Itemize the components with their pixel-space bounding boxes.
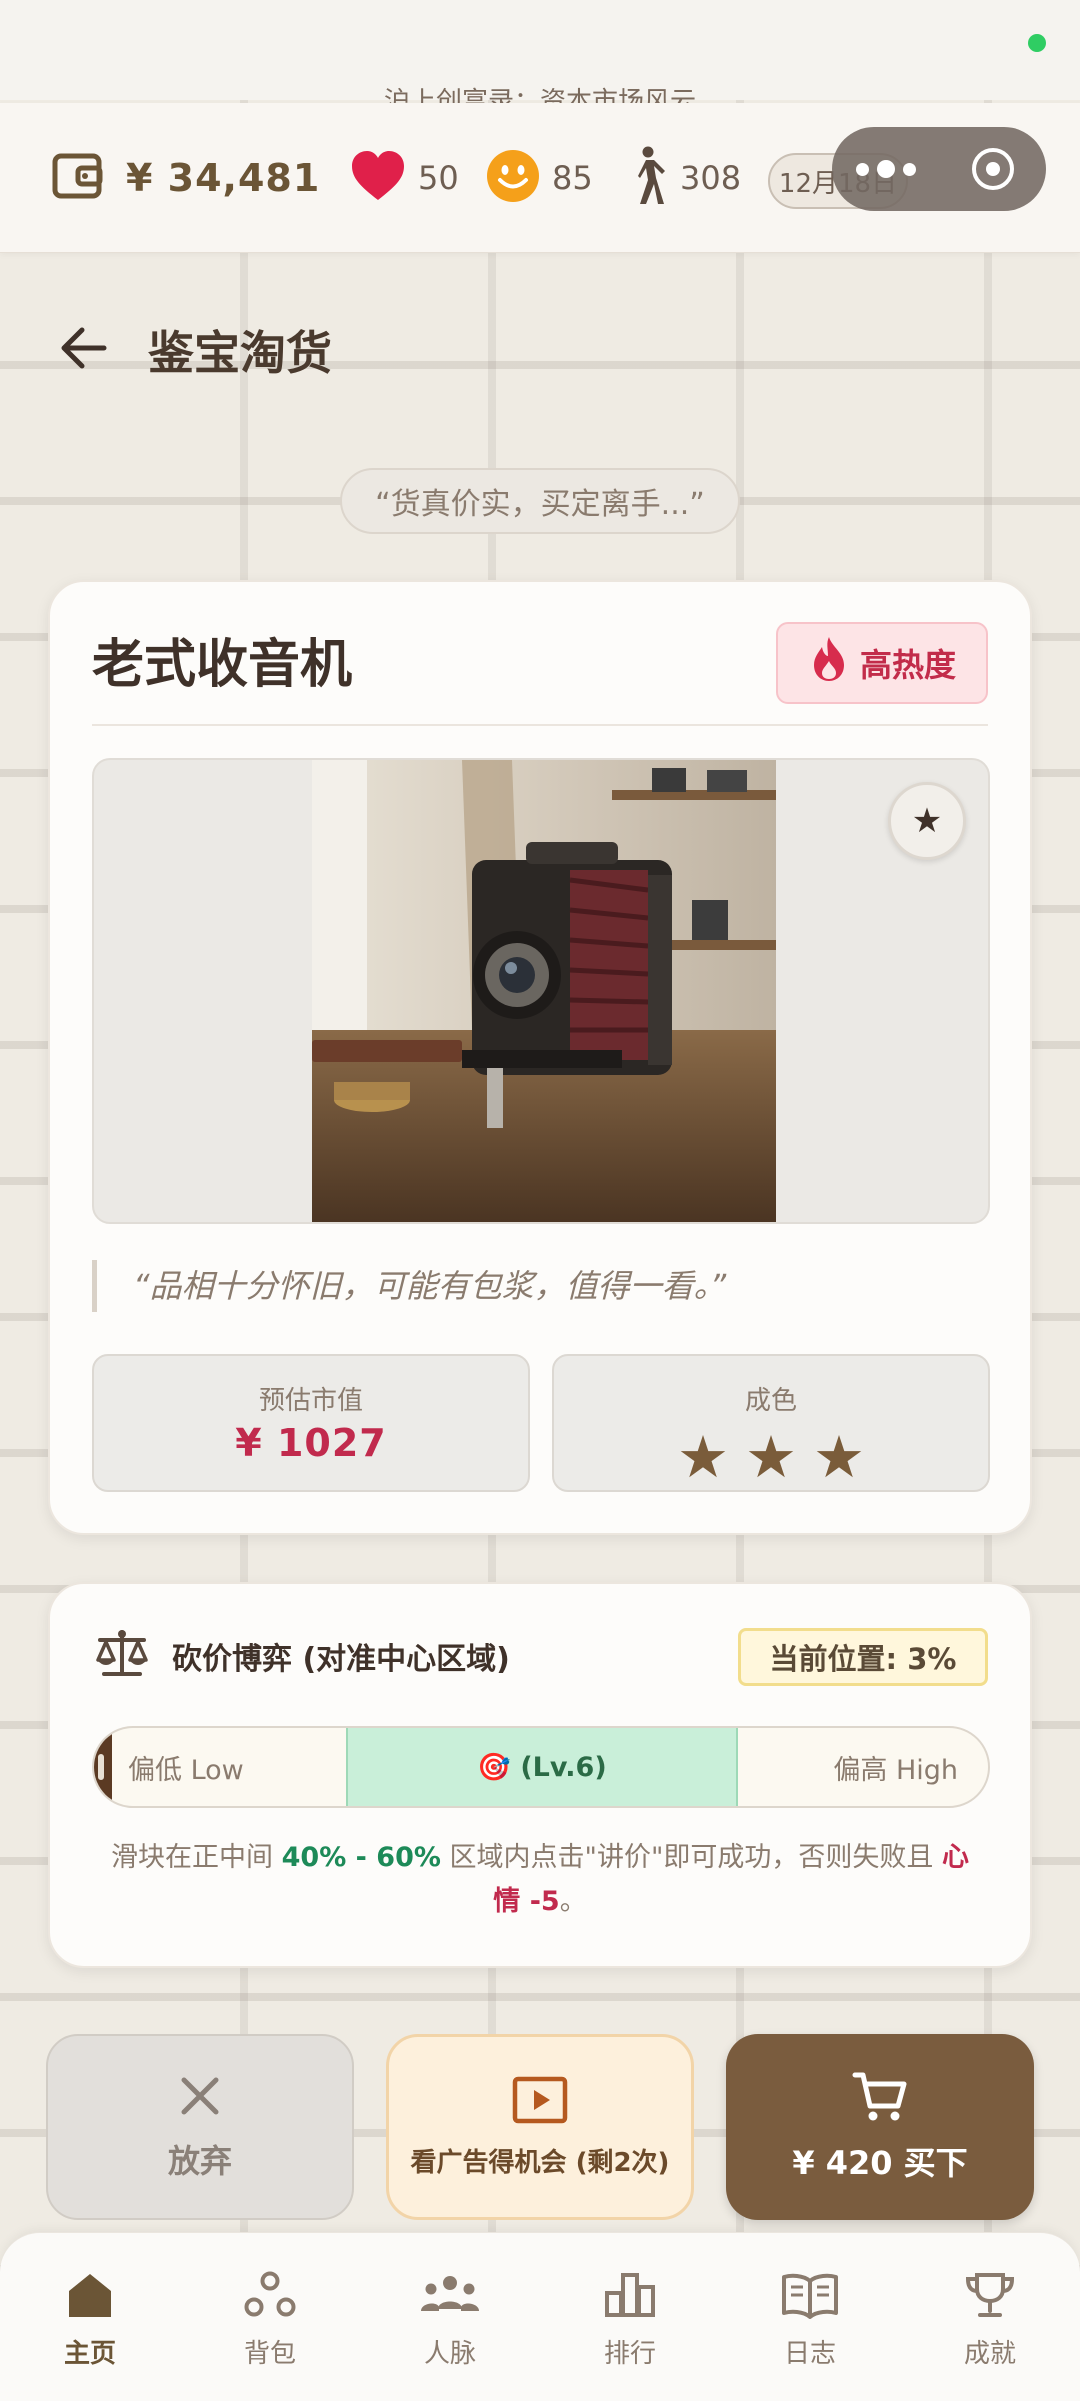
bargain-slider[interactable]: 偏低 Low 🎯 (Lv.6) 偏高 High	[92, 1726, 990, 1808]
slider-zone-high: 偏高 High	[833, 1754, 958, 1786]
book-icon	[781, 2271, 839, 2323]
hint-low-percent: 40%	[281, 1842, 347, 1873]
walk-icon	[624, 146, 668, 210]
tab-achievements-label: 成就	[963, 2339, 1016, 2369]
tab-home[interactable]: 主页	[0, 2233, 180, 2401]
condition-star-icon: ★	[677, 1423, 729, 1491]
health-stat: 50	[350, 148, 459, 208]
vintage-camera-photo	[312, 760, 776, 1222]
tab-network[interactable]: 人脉	[360, 2233, 540, 2401]
slider-zone-low: 偏低 Low	[128, 1754, 244, 1786]
back-arrow-icon[interactable]	[60, 326, 108, 374]
condition-stars: ★ ★ ★	[554, 1427, 988, 1487]
bargain-hint: 滑块在正中间 40% - 60% 区域内点击"讲价"即可成功，否则失败且 心情 …	[110, 1836, 970, 1924]
tab-network-label: 人脉	[423, 2339, 476, 2369]
wallet-icon	[52, 151, 104, 205]
resource-bar: ¥ 34,481 50 85 308 12月18日	[0, 103, 1080, 253]
flame-icon	[808, 635, 860, 691]
hint-separator: -	[346, 1842, 377, 1873]
tab-log-label: 日志	[783, 2339, 836, 2369]
hint-suffix: 。	[559, 1886, 587, 1917]
market-value: ¥ 1027	[235, 1421, 387, 1465]
cart-icon	[852, 2070, 908, 2128]
people-icon	[419, 2271, 481, 2323]
mini-program-capsule	[832, 127, 1046, 211]
home-icon	[65, 2271, 115, 2323]
page-header: 鉴宝淘货	[60, 315, 332, 385]
condition-star-icon: ★	[813, 1423, 865, 1491]
market-value-label: 预估市值	[258, 1386, 363, 1416]
hot-badge-label: 高热度	[859, 646, 956, 684]
energy-value: 308	[680, 159, 742, 197]
close-icon	[176, 2072, 224, 2124]
item-photo-frame: ★	[92, 758, 990, 1224]
divider	[92, 724, 988, 726]
bag-icon	[243, 2271, 297, 2323]
give-up-button[interactable]: 放弃	[46, 2034, 354, 2220]
buy-label: ¥ 420 买下	[792, 2144, 968, 2182]
tab-achievements[interactable]: 成就	[900, 2233, 1080, 2401]
tab-bag-label: 背包	[243, 2339, 296, 2369]
money-stat: ¥ 34,481	[52, 148, 320, 208]
slider-position-badge: 当前位置: 3%	[738, 1628, 988, 1686]
buy-button[interactable]: ¥ 420 买下	[726, 2034, 1034, 2220]
target-icon[interactable]	[939, 127, 1046, 211]
scale-icon	[94, 1628, 150, 1684]
give-up-label: 放弃	[167, 2142, 232, 2180]
hint-high-percent: 60%	[376, 1842, 441, 1873]
hint-text-middle: 区域内点击"讲价"即可成功，否则失败且	[440, 1842, 942, 1873]
bargain-title: 砍价博弈 (对准中心区域)	[172, 1642, 510, 1677]
heart-icon	[350, 150, 406, 206]
condition-star-icon: ★	[745, 1423, 797, 1491]
more-icon[interactable]	[832, 127, 939, 211]
merchant-quote: “货真价实，买定离手...”	[340, 468, 740, 534]
watch-ad-button[interactable]: 看广告得机会 (剩2次)	[386, 2034, 694, 2220]
slider-handle[interactable]	[94, 1728, 112, 1806]
bottom-tab-bar: 主页 背包 人脉 排行 日志 成就	[0, 2232, 1080, 2401]
bargain-card: 砍价博弈 (对准中心区域) 当前位置: 3% 偏低 Low 🎯 (Lv.6) 偏…	[48, 1582, 1032, 1968]
watch-ad-label: 看广告得机会 (剩2次)	[410, 2147, 670, 2178]
hint-text: 滑块在正中间	[111, 1842, 282, 1873]
market-value-box: 预估市值 ¥ 1027	[92, 1354, 530, 1492]
slider-zone-target: 🎯 (Lv.6)	[346, 1728, 738, 1806]
item-card: 老式收音机 高热度 ★ “品相十分怀旧，可能有包浆，值得一看。” 预估市值 ¥ …	[48, 580, 1032, 1535]
mood-value: 85	[552, 159, 593, 197]
condition-box: 成色 ★ ★ ★	[552, 1354, 990, 1492]
video-play-icon	[512, 2076, 568, 2128]
hot-badge: 高热度	[776, 622, 988, 704]
condition-label: 成色	[744, 1386, 797, 1416]
tab-home-label: 主页	[63, 2339, 116, 2369]
tab-log[interactable]: 日志	[720, 2233, 900, 2401]
favorite-star-button[interactable]: ★	[888, 782, 966, 860]
bargain-header: 砍价博弈 (对准中心区域)	[94, 1624, 510, 1688]
app-subtitle: 沪上创富录：资本市场风云	[383, 87, 696, 104]
tab-ranking[interactable]: 排行	[540, 2233, 720, 2401]
tab-ranking-label: 排行	[603, 2339, 656, 2369]
energy-stat: 308	[624, 146, 742, 210]
money-value: ¥ 34,481	[126, 156, 321, 200]
mood-stat: 85	[486, 148, 593, 208]
appraisal-comment: “品相十分怀旧，可能有包浆，值得一看。”	[92, 1260, 726, 1312]
page-title: 鉴宝淘货	[148, 326, 332, 380]
tab-bag[interactable]: 背包	[180, 2233, 360, 2401]
health-value: 50	[418, 159, 459, 197]
smile-icon	[486, 149, 540, 207]
status-indicator-dot	[1028, 34, 1046, 52]
trophy-icon	[963, 2271, 1017, 2323]
item-name: 老式收音机	[92, 635, 353, 695]
ranking-icon	[603, 2271, 657, 2323]
